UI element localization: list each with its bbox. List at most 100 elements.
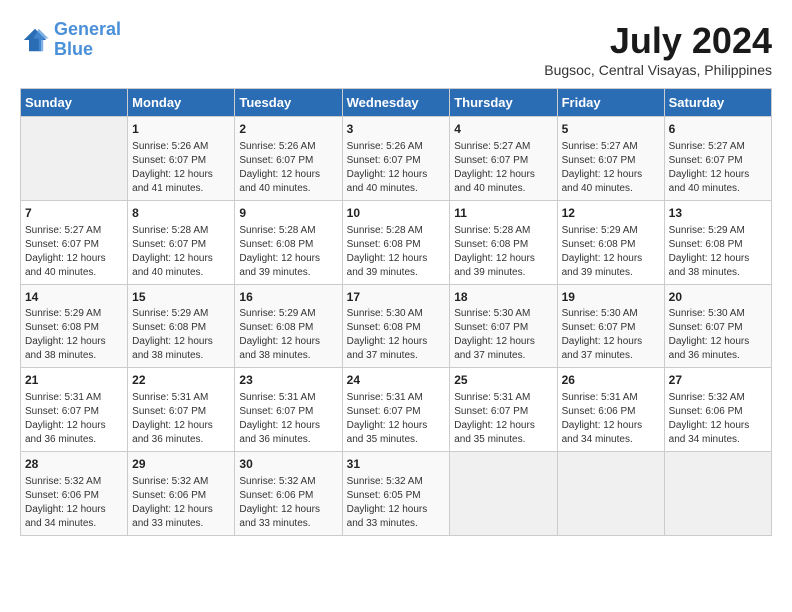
calendar-cell: 16Sunrise: 5:29 AM Sunset: 6:08 PM Dayli… bbox=[235, 284, 342, 368]
calendar-table: SundayMondayTuesdayWednesdayThursdayFrid… bbox=[20, 88, 772, 536]
calendar-cell: 26 Sunrise: 5:31 AM Sunset: 6:06 PM Dayli… bbox=[557, 368, 664, 452]
day-number: 11 bbox=[454, 205, 552, 222]
calendar-cell: 2Sunrise: 5:26 AM Sunset: 6:07 PM Daylig… bbox=[235, 117, 342, 201]
calendar-cell: 9 Sunrise: 5:28 AM Sunset: 6:08 PM Daylig… bbox=[235, 200, 342, 284]
day-info: Sunrise: 5:30 AM Sunset: 6:07 PM Dayligh… bbox=[454, 307, 552, 363]
day-number: 24 bbox=[347, 372, 446, 389]
calendar-cell: 21 Sunrise: 5:31 AM Sunset: 6:07 PM Dayli… bbox=[21, 368, 128, 452]
day-number: 19 bbox=[562, 289, 660, 306]
calendar-week-2: 7 Sunrise: 5:27 AM Sunset: 6:07 PM Daylig… bbox=[21, 200, 772, 284]
day-info: Sunrise: 5:29 AM Sunset: 6:08 PM Dayligh… bbox=[239, 307, 337, 363]
calendar-cell: 7 Sunrise: 5:27 AM Sunset: 6:07 PM Daylig… bbox=[21, 200, 128, 284]
day-info: Sunrise: 5:28 AM Sunset: 6:07 PM Dayligh… bbox=[132, 224, 230, 280]
day-info: Sunrise: 5:29 AM Sunset: 6:08 PM Dayligh… bbox=[562, 224, 660, 280]
calendar-cell: 11 Sunrise: 5:28 AM Sunset: 6:08 PM Dayli… bbox=[450, 200, 557, 284]
day-info: Sunrise: 5:26 AM Sunset: 6:07 PM Dayligh… bbox=[347, 140, 446, 196]
day-number: 8 bbox=[132, 205, 230, 222]
day-number: 31 bbox=[347, 456, 446, 473]
day-number: 1 bbox=[132, 121, 230, 138]
day-number: 30 bbox=[239, 456, 337, 473]
day-number: 20 bbox=[669, 289, 767, 306]
day-info: Sunrise: 5:30 AM Sunset: 6:08 PM Dayligh… bbox=[347, 307, 446, 363]
calendar-cell bbox=[21, 117, 128, 201]
day-info: Sunrise: 5:29 AM Sunset: 6:08 PM Dayligh… bbox=[669, 224, 767, 280]
page-header: General Blue July 2024 Bugsoc, Central V… bbox=[20, 20, 772, 78]
day-number: 9 bbox=[239, 205, 337, 222]
header-saturday: Saturday bbox=[664, 89, 771, 117]
calendar-cell: 8 Sunrise: 5:28 AM Sunset: 6:07 PM Daylig… bbox=[128, 200, 235, 284]
header-wednesday: Wednesday bbox=[342, 89, 450, 117]
calendar-cell: 5Sunrise: 5:27 AM Sunset: 6:07 PM Daylig… bbox=[557, 117, 664, 201]
calendar-cell: 25 Sunrise: 5:31 AM Sunset: 6:07 PM Dayli… bbox=[450, 368, 557, 452]
day-number: 16 bbox=[239, 289, 337, 306]
day-info: Sunrise: 5:26 AM Sunset: 6:07 PM Dayligh… bbox=[132, 140, 230, 196]
day-info: Sunrise: 5:29 AM Sunset: 6:08 PM Dayligh… bbox=[25, 307, 123, 363]
calendar-cell: 6 Sunrise: 5:27 AM Sunset: 6:07 PM Daylig… bbox=[664, 117, 771, 201]
day-number: 22 bbox=[132, 372, 230, 389]
calendar-cell: 29Sunrise: 5:32 AM Sunset: 6:06 PM Dayli… bbox=[128, 452, 235, 536]
day-info: Sunrise: 5:31 AM Sunset: 6:07 PM Dayligh… bbox=[132, 391, 230, 447]
calendar-cell: 15Sunrise: 5:29 AM Sunset: 6:08 PM Dayli… bbox=[128, 284, 235, 368]
day-number: 13 bbox=[669, 205, 767, 222]
logo-text: General Blue bbox=[54, 20, 121, 60]
calendar-cell: 14Sunrise: 5:29 AM Sunset: 6:08 PM Dayli… bbox=[21, 284, 128, 368]
calendar-cell: 1 Sunrise: 5:26 AM Sunset: 6:07 PM Daylig… bbox=[128, 117, 235, 201]
day-info: Sunrise: 5:28 AM Sunset: 6:08 PM Dayligh… bbox=[347, 224, 446, 280]
day-info: Sunrise: 5:31 AM Sunset: 6:07 PM Dayligh… bbox=[347, 391, 446, 447]
day-number: 4 bbox=[454, 121, 552, 138]
month-title: July 2024 bbox=[544, 20, 772, 62]
day-number: 15 bbox=[132, 289, 230, 306]
day-number: 26 bbox=[562, 372, 660, 389]
calendar-cell: 30 Sunrise: 5:32 AM Sunset: 6:06 PM Dayli… bbox=[235, 452, 342, 536]
calendar-week-1: 1 Sunrise: 5:26 AM Sunset: 6:07 PM Daylig… bbox=[21, 117, 772, 201]
calendar-cell bbox=[664, 452, 771, 536]
title-block: July 2024 Bugsoc, Central Visayas, Phili… bbox=[544, 20, 772, 78]
day-info: Sunrise: 5:32 AM Sunset: 6:06 PM Dayligh… bbox=[239, 475, 337, 531]
calendar-cell: 3Sunrise: 5:26 AM Sunset: 6:07 PM Daylig… bbox=[342, 117, 450, 201]
calendar-week-5: 28 Sunrise: 5:32 AM Sunset: 6:06 PM Dayli… bbox=[21, 452, 772, 536]
day-info: Sunrise: 5:30 AM Sunset: 6:07 PM Dayligh… bbox=[669, 307, 767, 363]
calendar-cell: 24 Sunrise: 5:31 AM Sunset: 6:07 PM Dayli… bbox=[342, 368, 450, 452]
calendar-cell: 17Sunrise: 5:30 AM Sunset: 6:08 PM Dayli… bbox=[342, 284, 450, 368]
day-number: 14 bbox=[25, 289, 123, 306]
logo-icon bbox=[20, 25, 50, 55]
calendar-cell: 23Sunrise: 5:31 AM Sunset: 6:07 PM Dayli… bbox=[235, 368, 342, 452]
calendar-cell bbox=[450, 452, 557, 536]
day-number: 17 bbox=[347, 289, 446, 306]
day-number: 25 bbox=[454, 372, 552, 389]
day-info: Sunrise: 5:28 AM Sunset: 6:08 PM Dayligh… bbox=[239, 224, 337, 280]
day-number: 27 bbox=[669, 372, 767, 389]
day-number: 7 bbox=[25, 205, 123, 222]
day-info: Sunrise: 5:27 AM Sunset: 6:07 PM Dayligh… bbox=[454, 140, 552, 196]
location: Bugsoc, Central Visayas, Philippines bbox=[544, 62, 772, 78]
calendar-cell: 13 Sunrise: 5:29 AM Sunset: 6:08 PM Dayli… bbox=[664, 200, 771, 284]
calendar-week-4: 21 Sunrise: 5:31 AM Sunset: 6:07 PM Dayli… bbox=[21, 368, 772, 452]
header-thursday: Thursday bbox=[450, 89, 557, 117]
day-info: Sunrise: 5:31 AM Sunset: 6:06 PM Dayligh… bbox=[562, 391, 660, 447]
day-info: Sunrise: 5:31 AM Sunset: 6:07 PM Dayligh… bbox=[25, 391, 123, 447]
header-monday: Monday bbox=[128, 89, 235, 117]
calendar-cell: 27Sunrise: 5:32 AM Sunset: 6:06 PM Dayli… bbox=[664, 368, 771, 452]
calendar-header-row: SundayMondayTuesdayWednesdayThursdayFrid… bbox=[21, 89, 772, 117]
day-info: Sunrise: 5:28 AM Sunset: 6:08 PM Dayligh… bbox=[454, 224, 552, 280]
day-number: 12 bbox=[562, 205, 660, 222]
day-number: 21 bbox=[25, 372, 123, 389]
calendar-week-3: 14Sunrise: 5:29 AM Sunset: 6:08 PM Dayli… bbox=[21, 284, 772, 368]
day-number: 28 bbox=[25, 456, 123, 473]
day-info: Sunrise: 5:31 AM Sunset: 6:07 PM Dayligh… bbox=[239, 391, 337, 447]
day-info: Sunrise: 5:26 AM Sunset: 6:07 PM Dayligh… bbox=[239, 140, 337, 196]
day-info: Sunrise: 5:29 AM Sunset: 6:08 PM Dayligh… bbox=[132, 307, 230, 363]
day-info: Sunrise: 5:32 AM Sunset: 6:06 PM Dayligh… bbox=[132, 475, 230, 531]
header-sunday: Sunday bbox=[21, 89, 128, 117]
calendar-cell: 12 Sunrise: 5:29 AM Sunset: 6:08 PM Dayli… bbox=[557, 200, 664, 284]
calendar-cell: 31Sunrise: 5:32 AM Sunset: 6:05 PM Dayli… bbox=[342, 452, 450, 536]
header-friday: Friday bbox=[557, 89, 664, 117]
calendar-cell: 20Sunrise: 5:30 AM Sunset: 6:07 PM Dayli… bbox=[664, 284, 771, 368]
header-tuesday: Tuesday bbox=[235, 89, 342, 117]
day-info: Sunrise: 5:27 AM Sunset: 6:07 PM Dayligh… bbox=[669, 140, 767, 196]
day-number: 6 bbox=[669, 121, 767, 138]
calendar-cell bbox=[557, 452, 664, 536]
day-info: Sunrise: 5:27 AM Sunset: 6:07 PM Dayligh… bbox=[25, 224, 123, 280]
day-info: Sunrise: 5:31 AM Sunset: 6:07 PM Dayligh… bbox=[454, 391, 552, 447]
logo: General Blue bbox=[20, 20, 121, 60]
